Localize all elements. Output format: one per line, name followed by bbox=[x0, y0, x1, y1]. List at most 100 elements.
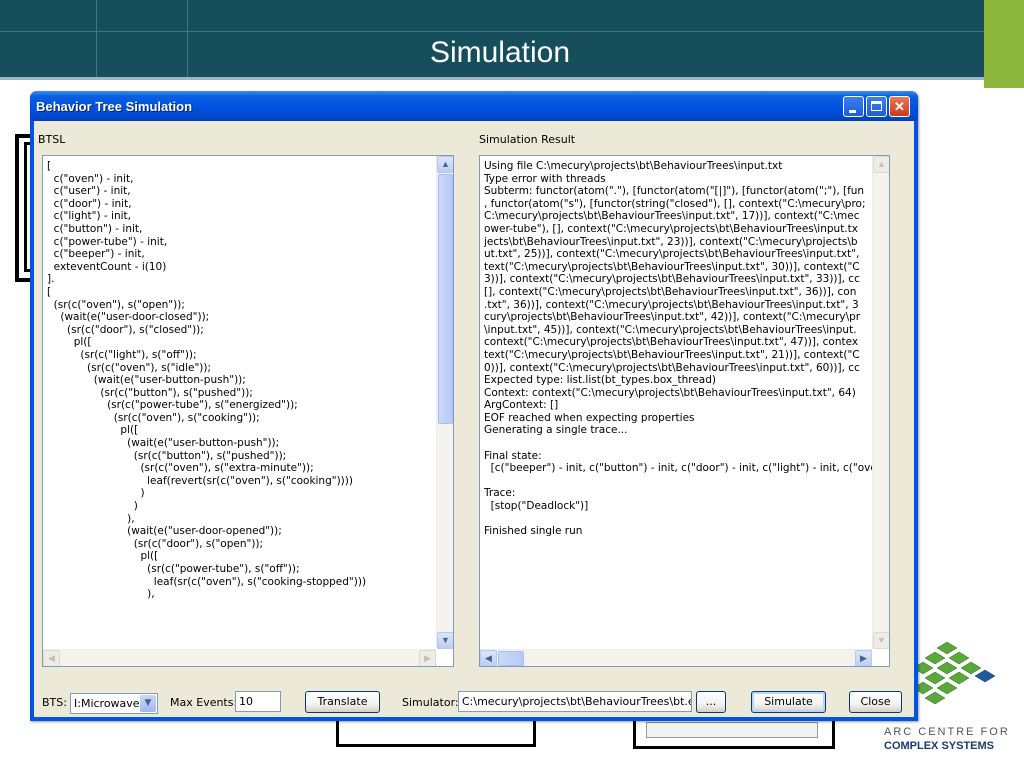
text-line: (sr(c("oven"), s("extra-minute")); bbox=[47, 462, 314, 475]
text-line: jects\bt\BehaviourTrees\input.txt", 23))… bbox=[484, 235, 858, 248]
slide-title: Simulation bbox=[429, 36, 571, 69]
text-line: text("C:\mecury\projects\bt\BehaviourTre… bbox=[484, 260, 860, 273]
scroll-left-button[interactable]: ◀ bbox=[480, 650, 497, 666]
header-divider bbox=[0, 77, 984, 80]
text-line: pl([ bbox=[47, 336, 92, 349]
scroll-down-button[interactable]: ▼ bbox=[437, 632, 453, 649]
text-line: ower-tube"), [], context("C:\mecury\proj… bbox=[484, 222, 858, 235]
text-line: C:\mecury\projects\bt\BehaviourTrees\inp… bbox=[484, 210, 860, 223]
translate-button[interactable]: Translate bbox=[305, 691, 380, 713]
text-line: pl([ bbox=[47, 424, 139, 437]
text-line: .txt", 36))], context("C:\mecury\project… bbox=[484, 298, 859, 311]
simulator-path-input[interactable]: C:\mecury\projects\bt\BehaviourTrees\bt.… bbox=[458, 691, 692, 712]
text-line: Finished single run bbox=[484, 525, 583, 538]
scroll-left-button[interactable]: ◀ bbox=[43, 650, 60, 666]
text-line: ), bbox=[47, 512, 135, 525]
btsl-vertical-scrollbar[interactable]: ▲ ▼ bbox=[436, 156, 453, 649]
text-line: Subterm: functor(atom("."), [functor(ato… bbox=[484, 185, 865, 198]
text-line: [ bbox=[47, 285, 52, 298]
text-line: ) bbox=[47, 487, 145, 500]
header-grid-line bbox=[0, 31, 984, 32]
scroll-right-button[interactable]: ▶ bbox=[419, 650, 436, 666]
text-line: (sr(c("oven"), s("cooking")); bbox=[47, 411, 260, 424]
text-line: exteventCount - i(10) bbox=[47, 260, 167, 273]
maximize-button[interactable] bbox=[866, 96, 887, 117]
minimize-button[interactable] bbox=[843, 96, 864, 117]
close-button[interactable]: Close bbox=[849, 691, 902, 713]
text-line: 0))], context("C:\mecury\projects\bt\Beh… bbox=[484, 361, 860, 374]
result-horizontal-scrollbar[interactable]: ◀ ▶ bbox=[480, 649, 872, 666]
btsl-label: BTSL bbox=[38, 133, 66, 146]
text-line: c("door") - init, bbox=[47, 197, 132, 210]
text-line: c("button") - init, bbox=[47, 222, 143, 235]
scroll-right-button[interactable]: ▶ bbox=[855, 650, 872, 666]
simulation-result-text: Using file C:\mecury\projects\bt\Behavio… bbox=[484, 160, 877, 538]
text-line: ]. bbox=[47, 273, 55, 286]
browse-button[interactable]: ... bbox=[696, 691, 726, 713]
text-line: leaf(sr(c("oven"), s("cooking-stopped"))… bbox=[47, 575, 367, 588]
simulate-button[interactable]: Simulate bbox=[751, 691, 826, 713]
text-line: [c("beeper") - init, c("button") - init,… bbox=[484, 462, 877, 475]
scroll-up-button[interactable]: ▲ bbox=[437, 156, 453, 173]
text-line: [stop("Deadlock")] bbox=[484, 500, 589, 513]
text-line bbox=[484, 437, 877, 450]
text-line: (wait(e("user-button-push")); bbox=[47, 374, 246, 387]
btsl-text[interactable]: [ c("oven") - init, c("user") - init, c(… bbox=[47, 160, 366, 601]
window-titlebar[interactable]: Behavior Tree Simulation ✕ bbox=[30, 91, 918, 121]
bts-select[interactable]: I:Microwave ▼ bbox=[70, 693, 158, 714]
text-line: ), bbox=[47, 588, 155, 601]
result-vertical-scrollbar[interactable]: ▲ ▼ bbox=[872, 156, 889, 649]
text-line: Trace: bbox=[484, 487, 516, 500]
scroll-thumb[interactable] bbox=[438, 174, 453, 424]
text-line: cury\projects\bt\BehaviourTrees\input.tx… bbox=[484, 311, 861, 324]
text-line: (sr(c("door"), s("closed")); bbox=[47, 323, 204, 336]
text-line: text("C:\mecury\projects\bt\BehaviourTre… bbox=[484, 348, 860, 361]
max-events-input[interactable]: 10 bbox=[235, 691, 281, 712]
chevron-down-icon[interactable]: ▼ bbox=[140, 695, 156, 712]
scroll-thumb[interactable] bbox=[498, 651, 524, 666]
text-line: (wait(e("user-door-opened")); bbox=[47, 525, 282, 538]
btsl-horizontal-scrollbar[interactable]: ◀ ▶ bbox=[43, 649, 436, 666]
maximize-icon bbox=[871, 101, 882, 111]
text-line: (wait(e("user-door-closed")); bbox=[47, 311, 210, 324]
text-line: context("C:\mecury\projects\bt\Behaviour… bbox=[484, 336, 859, 349]
text-line: c("light") - init, bbox=[47, 210, 131, 223]
text-line: ArgContext: [] bbox=[484, 399, 559, 412]
window-title: Behavior Tree Simulation bbox=[36, 99, 193, 114]
text-line: Expected type: list.list(bt_types.box_th… bbox=[484, 374, 716, 387]
text-line: Type error with threads bbox=[484, 172, 606, 185]
close-icon: ✕ bbox=[894, 99, 905, 114]
bts-select-value: I:Microwave bbox=[74, 697, 140, 710]
scroll-up-button[interactable]: ▲ bbox=[873, 156, 889, 173]
simulation-result-pane[interactable]: Using file C:\mecury\projects\bt\Behavio… bbox=[479, 155, 890, 667]
complex-systems-logo bbox=[915, 641, 996, 705]
text-line: Context: context("C:\mecury\projects\bt\… bbox=[484, 386, 856, 399]
minimize-icon bbox=[849, 110, 856, 113]
logo-text: COMPLEX SYSTEMS bbox=[884, 740, 995, 752]
window-client-area: BTSL [ c("oven") - init, c("user") - ini… bbox=[34, 121, 914, 717]
text-line: (sr(c("oven"), s("idle")); bbox=[47, 361, 212, 374]
text-line: leaf(revert(sr(c("oven"), s("cooking")))… bbox=[47, 474, 353, 487]
scroll-down-button[interactable]: ▼ bbox=[873, 632, 889, 649]
text-line: (sr(c("button"), s("pushed")); bbox=[47, 449, 287, 462]
btsl-editor[interactable]: [ c("oven") - init, c("user") - init, c(… bbox=[42, 155, 454, 667]
header-grid-line bbox=[96, 0, 97, 80]
text-line bbox=[484, 513, 877, 526]
slide-accent-bar bbox=[984, 0, 1024, 88]
close-window-button[interactable]: ✕ bbox=[889, 96, 910, 117]
text-line: ) bbox=[47, 500, 138, 513]
text-line: (sr(c("button"), s("pushed")); bbox=[47, 386, 253, 399]
text-line: Final state: bbox=[484, 449, 542, 462]
text-line: ut.txt", 25))], context("C:\mecury\proje… bbox=[484, 248, 860, 261]
text-line: Generating a single trace... bbox=[484, 424, 628, 437]
text-line: c("user") - init, bbox=[47, 185, 131, 198]
simulator-label: Simulator: bbox=[402, 696, 459, 709]
header-grid-line bbox=[187, 0, 188, 80]
text-line: , functor(atom("s"), [functor(string("cl… bbox=[484, 197, 866, 210]
text-line bbox=[484, 475, 877, 488]
bts-label: BTS: bbox=[42, 696, 67, 709]
text-line: (sr(c("light"), s("off")); bbox=[47, 348, 197, 361]
text-line: c("power-tube") - init, bbox=[47, 235, 168, 248]
text-line: Using file C:\mecury\projects\bt\Behavio… bbox=[484, 160, 783, 172]
text-line: c("beeper") - init, bbox=[47, 248, 145, 261]
